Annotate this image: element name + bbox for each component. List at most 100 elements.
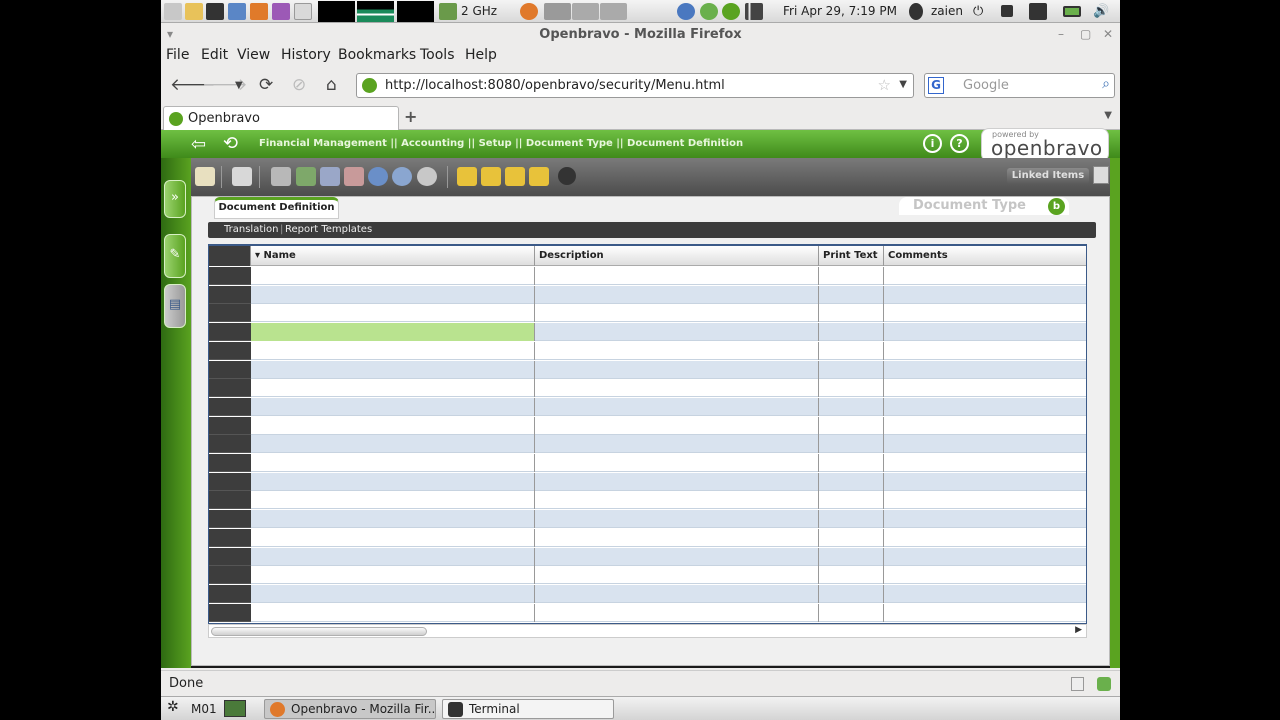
network-status-icon[interactable]: [700, 3, 718, 20]
table-cell[interactable]: [819, 285, 884, 304]
audit-trail-icon[interactable]: [417, 167, 437, 186]
table-row[interactable]: [251, 416, 1086, 435]
clock[interactable]: Fri Apr 29, 7:19 PM: [783, 4, 897, 18]
table-cell[interactable]: [884, 604, 1086, 622]
table-row[interactable]: [251, 341, 1086, 360]
close-icon[interactable]: ✕: [1103, 27, 1113, 41]
table-cell[interactable]: [884, 304, 1086, 322]
row-header[interactable]: [209, 510, 251, 529]
help-icon[interactable]: ?: [950, 134, 969, 153]
workspace-2[interactable]: [572, 3, 599, 20]
table-cell[interactable]: [535, 528, 819, 547]
terminal-icon[interactable]: [206, 3, 224, 20]
row-header[interactable]: [209, 528, 251, 547]
app-back-icon[interactable]: ⇦: [191, 134, 206, 155]
table-cell[interactable]: [884, 342, 1086, 360]
bookmark-star-icon[interactable]: ☆: [878, 76, 891, 94]
table-cell[interactable]: [251, 341, 535, 360]
table-cell[interactable]: [884, 361, 1086, 379]
chat-icon[interactable]: [272, 3, 290, 20]
menu-help[interactable]: Help: [465, 47, 497, 63]
table-cell[interactable]: [535, 397, 819, 416]
table-row[interactable]: [251, 285, 1086, 304]
row-header[interactable]: [209, 323, 251, 342]
table-cell[interactable]: [884, 585, 1086, 603]
table-cell[interactable]: [535, 304, 819, 323]
table-cell[interactable]: [884, 473, 1086, 491]
breadcrumb[interactable]: Financial Management || Accounting || Se…: [259, 138, 743, 149]
update-shield-icon[interactable]: [677, 3, 695, 20]
new-record-icon[interactable]: [195, 167, 215, 186]
table-cell[interactable]: [251, 416, 535, 435]
export-pdf-icon[interactable]: [344, 167, 364, 186]
table-row[interactable]: [251, 304, 1086, 323]
table-cell[interactable]: [819, 566, 884, 585]
row-header[interactable]: [209, 547, 251, 566]
grid-view-tab[interactable]: ▤: [164, 284, 186, 328]
table-cell[interactable]: [819, 323, 884, 342]
table-cell[interactable]: [535, 510, 819, 529]
table-row[interactable]: [251, 454, 1086, 472]
table-cell[interactable]: [819, 510, 884, 529]
table-row[interactable]: [251, 435, 1086, 454]
search-input[interactable]: Google: [963, 78, 1009, 93]
table-cell[interactable]: [884, 510, 1086, 528]
table-cell[interactable]: [251, 360, 535, 379]
column-header-print-text[interactable]: Print Text: [819, 246, 884, 266]
task-terminal[interactable]: Terminal: [442, 699, 614, 719]
table-row[interactable]: [251, 397, 1086, 416]
row-header[interactable]: [209, 397, 251, 416]
table-cell[interactable]: [535, 416, 819, 435]
column-header-comments[interactable]: Comments: [884, 246, 1086, 266]
table-row[interactable]: [251, 267, 1086, 285]
table-cell[interactable]: [884, 435, 1086, 453]
page-info-icon[interactable]: [1071, 677, 1084, 691]
table-cell[interactable]: [819, 547, 884, 566]
table-cell[interactable]: [884, 267, 1086, 285]
menu-view[interactable]: View: [237, 47, 270, 63]
table-cell[interactable]: [251, 323, 535, 342]
table-row[interactable]: [251, 510, 1086, 529]
table-cell[interactable]: [884, 566, 1086, 584]
table-cell[interactable]: [251, 603, 535, 622]
table-cell[interactable]: [251, 285, 535, 304]
table-cell[interactable]: [535, 454, 819, 472]
row-header[interactable]: [209, 584, 251, 603]
table-cell[interactable]: [819, 454, 884, 472]
menu-bookmarks[interactable]: Bookmarks: [338, 47, 416, 63]
column-header-description[interactable]: Description: [535, 246, 819, 266]
search-record-icon[interactable]: [368, 167, 388, 186]
table-cell[interactable]: [819, 416, 884, 435]
scrollbar-thumb[interactable]: [211, 627, 427, 636]
table-cell[interactable]: [251, 435, 535, 454]
table-cell[interactable]: [535, 547, 819, 566]
row-header[interactable]: [209, 472, 251, 491]
addon-icon[interactable]: [1097, 677, 1111, 691]
table-cell[interactable]: [251, 491, 535, 510]
table-cell[interactable]: [819, 360, 884, 379]
check-icon[interactable]: [722, 3, 740, 20]
subtab-translation[interactable]: Translation: [224, 224, 279, 235]
table-cell[interactable]: [535, 285, 819, 304]
edit-view-tab[interactable]: ✎: [164, 234, 186, 278]
firefox-launcher-icon[interactable]: [520, 3, 538, 20]
table-cell[interactable]: [819, 379, 884, 398]
tab-openbravo[interactable]: Openbravo: [163, 106, 399, 130]
table-cell[interactable]: [884, 529, 1086, 547]
table-cell[interactable]: [535, 472, 819, 491]
table-row[interactable]: [251, 379, 1086, 398]
info-icon[interactable]: i: [923, 134, 942, 153]
advanced-search-icon[interactable]: [392, 167, 412, 186]
table-cell[interactable]: [535, 603, 819, 622]
task-firefox[interactable]: Openbravo - Mozilla Fir...: [264, 699, 436, 719]
table-cell[interactable]: [819, 397, 884, 416]
table-cell[interactable]: [251, 267, 535, 285]
url-text[interactable]: http://localhost:8080/openbravo/security…: [385, 78, 725, 93]
table-cell[interactable]: [535, 566, 819, 585]
table-cell[interactable]: [251, 566, 535, 585]
signal-icon[interactable]: [745, 3, 763, 20]
table-cell[interactable]: [251, 304, 535, 323]
menu-edit[interactable]: Edit: [201, 47, 228, 63]
url-bar[interactable]: http://localhost:8080/openbravo/security…: [356, 73, 914, 98]
attach-icon[interactable]: [271, 167, 291, 186]
